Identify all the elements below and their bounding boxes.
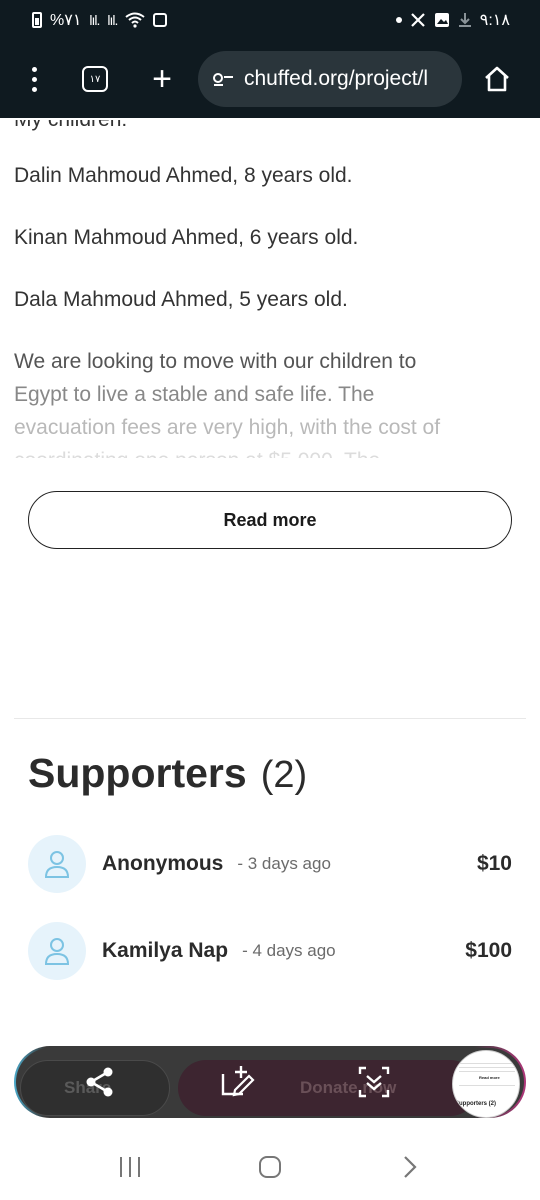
supporter-name: Kamilya Nap	[102, 939, 229, 962]
story-line: Egypt to live a stable and safe life. Th…	[14, 383, 375, 406]
supporter-row: Kamilya Nap - 4 days ago $100	[28, 922, 512, 980]
floating-action-bar-inner: Share Donate now Read more Supporters (2…	[16, 1048, 524, 1118]
notification-icon	[153, 13, 168, 27]
wifi-icon	[125, 12, 146, 28]
url-text: chuffed.org/project/l	[244, 67, 429, 90]
supporter-time: - 4 days ago	[242, 941, 336, 960]
scroll-capture-icon[interactable]	[356, 1064, 392, 1100]
menu-dots-icon[interactable]	[20, 59, 48, 99]
child-line: Dalin Mahmoud Ahmed, 8 years old.	[14, 164, 353, 187]
read-more-button[interactable]: Read more	[28, 491, 512, 549]
child-line: Dala Mahmoud Ahmed, 5 years old.	[14, 288, 348, 311]
back-button[interactable]	[380, 1147, 440, 1187]
screenshot-thumbnail[interactable]: Read more Supporters (2)	[452, 1050, 520, 1118]
child-line: Kinan Mahmoud Ahmed, 6 years old.	[14, 226, 359, 249]
story-line: We are looking to move with our children…	[14, 350, 417, 373]
chevron-right-icon	[404, 1156, 417, 1178]
supporters-count: (2)	[260, 754, 308, 796]
thumbnail-label: Supporters (2)	[455, 1101, 497, 1107]
story-line: evacuation fees are very high, with the …	[14, 416, 441, 439]
share-icon[interactable]	[82, 1064, 118, 1100]
supporter-row: Anonymous - 3 days ago $10	[28, 835, 512, 893]
supporter-amount: $10	[476, 852, 512, 875]
floating-action-bar: Share Donate now Read more Supporters (2…	[14, 1046, 526, 1118]
supporter-time: - 3 days ago	[237, 854, 331, 873]
clock: ٩:١٨	[479, 12, 510, 29]
home-nav-button[interactable]	[240, 1147, 300, 1187]
home-button[interactable]	[482, 64, 512, 94]
battery-percent: %٧١	[50, 12, 82, 29]
address-bar[interactable]: chuffed.org/project/l	[198, 51, 462, 107]
story-line: coordinating one person at $5,000. The	[14, 444, 519, 458]
home-icon	[485, 66, 509, 92]
recent-apps-button[interactable]	[100, 1147, 160, 1187]
edit-screenshot-icon[interactable]	[219, 1064, 255, 1100]
avatar	[28, 835, 86, 893]
signal-icon-2: lıl.	[107, 12, 118, 28]
thumbnail-header: Read more	[479, 1075, 500, 1080]
dot-icon	[395, 17, 402, 23]
image-icon	[434, 13, 449, 27]
user-icon	[44, 938, 70, 965]
system-nav-bar	[0, 1134, 540, 1200]
battery-icon	[32, 12, 42, 28]
site-settings-icon[interactable]	[212, 68, 234, 90]
supporter-name: Anonymous	[102, 852, 224, 875]
new-tab-button[interactable]: +	[148, 62, 176, 96]
section-divider	[14, 718, 526, 719]
status-bar: %٧١ lıl. lıl. ٩:١٨	[0, 0, 540, 40]
supporter-amount: $100	[465, 939, 512, 962]
status-left: %٧١ lıl. lıl.	[32, 10, 168, 30]
home-circle-icon	[259, 1156, 281, 1178]
recent-apps-icon	[120, 1157, 140, 1177]
tab-switcher-button[interactable]: ١٧	[82, 66, 108, 92]
signal-icon: lıl.	[89, 12, 100, 28]
story-paragraph: We are looking to move with our children…	[14, 345, 519, 458]
x-app-icon	[410, 13, 425, 27]
user-icon	[44, 851, 70, 878]
download-icon	[458, 13, 471, 27]
supporters-title: Supporters	[28, 750, 247, 796]
status-right: ٩:١٨	[395, 10, 510, 30]
avatar	[28, 922, 86, 980]
supporters-heading: Supporters (2)	[28, 750, 307, 797]
browser-toolbar: ١٧ + chuffed.org/project/l	[0, 40, 540, 118]
